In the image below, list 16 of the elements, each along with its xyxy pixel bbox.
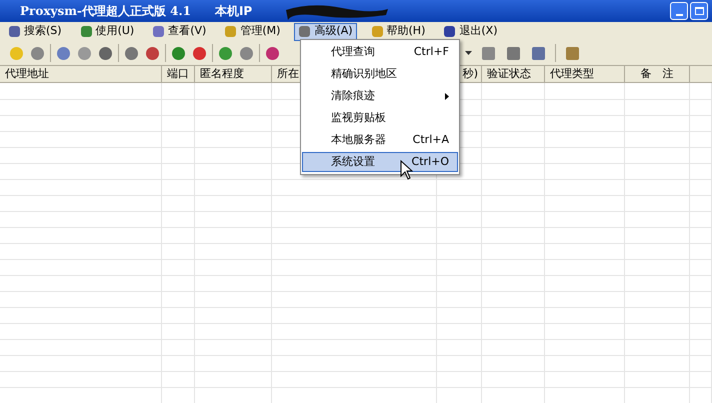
menu-item[interactable]: 使用(U) bbox=[76, 22, 138, 40]
menu-item[interactable]: 代理查询 Ctrl+F bbox=[302, 42, 458, 62]
menu-item[interactable]: 搜索(S) bbox=[4, 22, 66, 40]
menu-item[interactable]: 帮助(H) bbox=[366, 22, 430, 40]
menu-item[interactable]: 清除痕迹 bbox=[302, 86, 458, 106]
menu-item[interactable]: 系统设置 Ctrl+O bbox=[302, 152, 458, 172]
menu-item[interactable]: 管理(M) bbox=[220, 22, 284, 40]
menu-item[interactable]: 本地服务器 Ctrl+A bbox=[302, 130, 458, 150]
menu-item[interactable]: 精确识别地区 bbox=[302, 64, 458, 84]
window-title: 本机IP bbox=[214, 3, 252, 20]
window-title: Proxysm-代理超人正式版 4.1 bbox=[20, 3, 191, 20]
menu-item[interactable]: 高级(A) bbox=[294, 22, 357, 40]
menu-item[interactable]: 监视剪贴板 bbox=[302, 108, 458, 128]
column-header[interactable]: 代理地址 bbox=[0, 66, 162, 83]
menu-item[interactable]: 查看(V) bbox=[148, 22, 210, 40]
menu-item[interactable]: 退出(X) bbox=[439, 22, 502, 40]
